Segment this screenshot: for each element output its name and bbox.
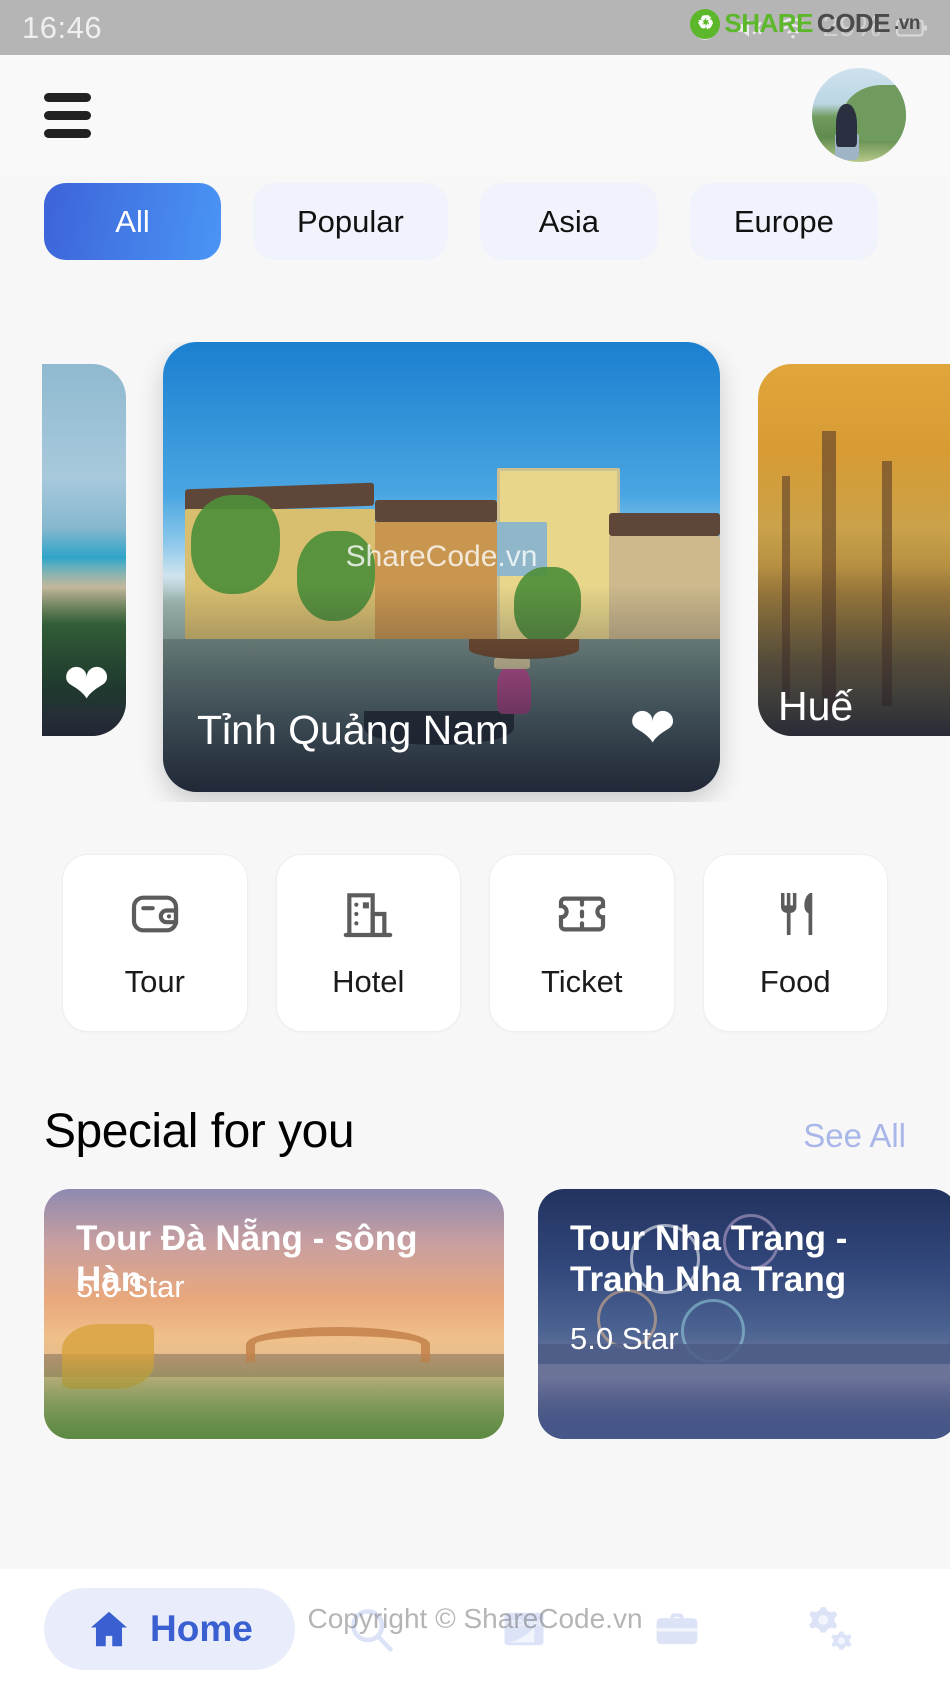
building-icon xyxy=(343,893,393,938)
destination-carousel[interactable]: ❤ ShareCode.vn Tỉnh Quảng Nam ❤ Huế xyxy=(0,342,950,802)
hamburger-bar xyxy=(44,128,91,138)
special-card-title: Tour Nha Trang - Tranh Nha Trang xyxy=(570,1219,848,1299)
bottom-navigation: Home DISCOVER Copyright © ShareCode.vn xyxy=(0,1569,950,1689)
quick-actions: Tour Hotel Ticket Food xyxy=(0,802,950,1032)
sharecode-watermark: ♻ SHARE CODE .vn xyxy=(690,8,920,39)
favorite-heart-icon[interactable]: ❤ xyxy=(63,656,110,712)
ticket-icon xyxy=(558,896,605,932)
sharecode-share-text: SHARE xyxy=(724,8,813,38)
special-card-list[interactable]: Tour Đà Nẵng - sông Hàn 5.0 Star Tour Nh… xyxy=(0,1189,950,1451)
sharecode-vn-text: .vn xyxy=(894,12,920,34)
quick-action-label: Ticket xyxy=(540,964,623,999)
quick-action-hotel[interactable]: Hotel xyxy=(275,854,461,1032)
status-time: 16:46 xyxy=(22,9,103,45)
favorite-heart-icon[interactable]: ❤ xyxy=(629,700,676,756)
carousel-slide-previous[interactable]: ❤ xyxy=(42,364,126,736)
carousel-slide-active[interactable]: ShareCode.vn Tỉnh Quảng Nam ❤ xyxy=(163,342,720,792)
chip-all[interactable]: All xyxy=(44,183,221,260)
fork-knife-icon xyxy=(781,893,813,935)
hamburger-bar xyxy=(44,92,91,102)
discover-icon: DISCOVER xyxy=(504,1612,545,1646)
grass xyxy=(44,1354,504,1439)
nav-item-briefcase[interactable] xyxy=(600,1603,753,1655)
quick-action-food[interactable]: Food xyxy=(702,854,888,1032)
foliage xyxy=(190,495,280,594)
hamburger-bar xyxy=(44,110,91,120)
grass xyxy=(538,1354,950,1439)
see-all-link[interactable]: See All xyxy=(803,1117,906,1155)
nav-item-label: Home xyxy=(150,1608,253,1649)
special-card-danang[interactable]: Tour Đà Nẵng - sông Hàn 5.0 Star xyxy=(44,1189,504,1439)
chip-asia[interactable]: Asia xyxy=(479,183,658,260)
briefcase-icon xyxy=(656,1613,698,1645)
roof xyxy=(374,499,498,522)
app-header xyxy=(0,55,950,175)
svg-text:DISCOVER: DISCOVER xyxy=(504,1619,545,1628)
slide-title: Huế xyxy=(778,683,854,729)
nav-item-home[interactable]: Home xyxy=(44,1588,295,1670)
carousel-watermark: ShareCode.vn xyxy=(345,540,538,573)
home-icon xyxy=(90,1611,128,1647)
category-chip-list: All Popular Asia Europe xyxy=(0,175,950,260)
sharecode-code-text: CODE xyxy=(816,8,891,38)
hamburger-menu-icon[interactable] xyxy=(44,92,91,138)
quick-action-tour[interactable]: Tour xyxy=(62,854,248,1032)
special-card-rating: 5.0 Star xyxy=(76,1269,185,1304)
nav-item-search[interactable] xyxy=(295,1603,448,1655)
nav-item-discover[interactable]: DISCOVER xyxy=(448,1603,601,1655)
slide-overlay xyxy=(163,585,720,792)
special-section-header: Special for you See All xyxy=(0,1032,950,1159)
search-icon xyxy=(351,1609,393,1652)
settings-gears-icon xyxy=(808,1607,852,1650)
quick-action-label: Tour xyxy=(124,964,185,999)
quick-action-label: Hotel xyxy=(332,964,405,999)
chip-europe[interactable]: Europe xyxy=(689,183,878,260)
special-card-rating: 5.0 Star xyxy=(570,1321,679,1356)
avatar[interactable] xyxy=(812,68,906,162)
special-card-nhatrang[interactable]: Tour Nha Trang - Tranh Nha Trang 5.0 Sta… xyxy=(538,1189,950,1439)
slide-title: Tỉnh Quảng Nam xyxy=(197,707,510,753)
chip-popular[interactable]: Popular xyxy=(253,183,448,260)
sharecode-logo-icon: ♻ xyxy=(690,8,721,39)
carousel-slide-next[interactable]: Huế xyxy=(758,364,950,736)
status-bar: 16:46 29% ♻ SHARE CODE .vn xyxy=(0,0,950,55)
avatar-person xyxy=(836,103,858,147)
quick-action-ticket[interactable]: Ticket xyxy=(489,854,675,1032)
page-title: Special for you xyxy=(44,1105,355,1158)
nav-item-settings[interactable] xyxy=(753,1601,906,1657)
roof xyxy=(608,513,720,536)
quick-action-label: Food xyxy=(759,964,831,999)
wallet-icon xyxy=(131,895,178,933)
